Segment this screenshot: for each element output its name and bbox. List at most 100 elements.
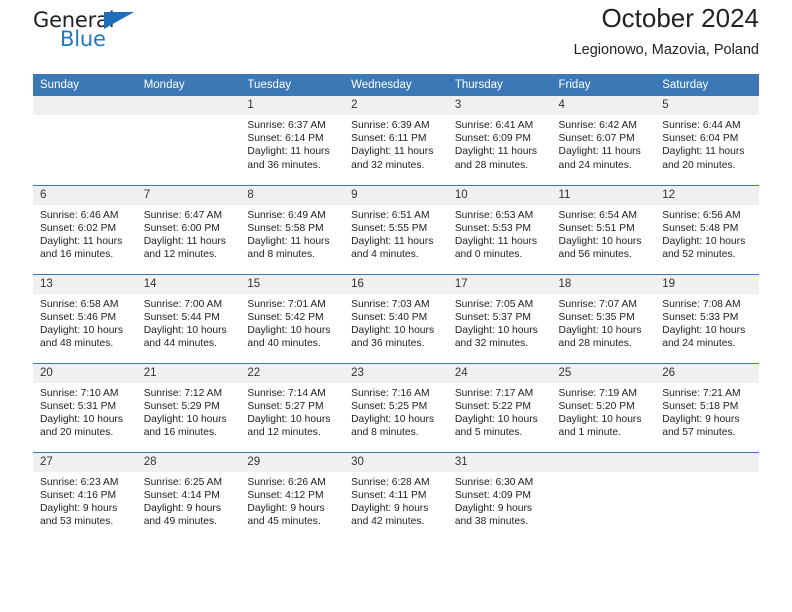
daylight-text-line1: Daylight: 10 hours — [143, 324, 227, 336]
day-cell[interactable]: 19 Sunrise: 7:08 AM Sunset: 5:33 PM Dayligh… — [655, 273, 759, 363]
day-cell[interactable]: 3 Sunrise: 6:41 AM Sunset: 6:09 PM Daylight… — [447, 96, 552, 185]
sunrise-text: Sunrise: 6:47 AM — [143, 209, 223, 221]
day-details: Sunrise: 6:23 AM Sunset: 4:16 PM Daylight:… — [33, 472, 137, 529]
weekday-header-wednesday: Wednesday — [344, 74, 448, 96]
day-cell[interactable]: 13 Sunrise: 6:58 AM Sunset: 5:46 PM Dayligh… — [33, 273, 137, 363]
sunrise-text: Sunrise: 7:07 AM — [558, 298, 637, 310]
day-cell[interactable]: 22 Sunrise: 7:14 AM Sunset: 5:27 PM Dayligh… — [240, 362, 345, 452]
day-cell[interactable]: 20 Sunrise: 7:10 AM Sunset: 5:31 PM Dayligh… — [33, 362, 137, 452]
day-cell[interactable]: 11 Sunrise: 6:54 AM Sunset: 5:51 PM Dayligh… — [551, 184, 656, 274]
daylight-text-line2: and 57 minutes. — [662, 427, 736, 439]
day-details: Sunrise: 7:19 AM Sunset: 5:20 PM Daylight:… — [552, 383, 656, 440]
daylight-text-line1: Daylight: 10 hours — [143, 413, 227, 425]
sunset-text: Sunset: 5:29 PM — [143, 400, 220, 412]
day-cell[interactable] — [551, 451, 656, 541]
sunset-text: Sunset: 4:11 PM — [351, 489, 427, 501]
daylight-text-line1: Daylight: 11 hours — [454, 146, 538, 158]
sunrise-text: Sunrise: 6:28 AM — [351, 476, 430, 488]
day-cell[interactable]: 4 Sunrise: 6:42 AM Sunset: 6:07 PM Daylight… — [551, 96, 656, 185]
day-cell[interactable]: 28 Sunrise: 6:25 AM Sunset: 4:14 PM Dayligh… — [136, 451, 241, 541]
day-number: 15 — [240, 274, 345, 294]
day-cell[interactable] — [655, 451, 759, 541]
day-cell[interactable]: 15 Sunrise: 7:01 AM Sunset: 5:42 PM Dayligh… — [240, 273, 345, 363]
day-details — [655, 472, 759, 476]
daylight-text-line1: Daylight: 11 hours — [558, 146, 641, 158]
day-cell[interactable]: 26 Sunrise: 7:21 AM Sunset: 5:18 PM Dayligh… — [655, 362, 759, 452]
daylight-text-line2: and 44 minutes. — [143, 338, 217, 350]
day-details: Sunrise: 6:37 AM Sunset: 6:14 PM Daylight:… — [240, 115, 344, 172]
day-cell[interactable]: 25 Sunrise: 7:19 AM Sunset: 5:20 PM Dayligh… — [551, 362, 656, 452]
day-details: Sunrise: 6:51 AM Sunset: 5:55 PM Daylight:… — [344, 205, 448, 262]
day-cell[interactable]: 10 Sunrise: 6:53 AM Sunset: 5:53 PM Dayligh… — [447, 184, 552, 274]
page-title: October 2024 — [601, 3, 759, 33]
daylight-text-line1: Daylight: 10 hours — [40, 324, 123, 336]
week-row: 13 Sunrise: 6:58 AM Sunset: 5:46 PM Dayligh… — [33, 273, 759, 363]
day-cell[interactable]: 7 Sunrise: 6:47 AM Sunset: 6:00 PM Daylight… — [136, 184, 241, 274]
sunset-text: Sunset: 5:42 PM — [247, 311, 324, 323]
day-details: Sunrise: 6:49 AM Sunset: 5:58 PM Daylight:… — [240, 205, 344, 262]
day-number: 25 — [551, 363, 656, 383]
day-details: Sunrise: 6:41 AM Sunset: 6:09 PM Daylight:… — [448, 115, 552, 172]
weekday-header-friday: Friday — [551, 74, 656, 96]
day-cell[interactable]: 2 Sunrise: 6:39 AM Sunset: 6:11 PM Daylight… — [344, 96, 448, 185]
day-cell[interactable]: 8 Sunrise: 6:49 AM Sunset: 5:58 PM Daylight… — [240, 184, 345, 274]
day-details: Sunrise: 6:28 AM Sunset: 4:11 PM Daylight:… — [344, 472, 448, 529]
week-row: 1 Sunrise: 6:37 AM Sunset: 6:14 PM Daylight… — [33, 96, 759, 185]
day-details: Sunrise: 6:47 AM Sunset: 6:00 PM Daylight:… — [137, 205, 241, 262]
day-details: Sunrise: 7:05 AM Sunset: 5:37 PM Daylight:… — [448, 294, 552, 351]
day-cell[interactable]: 18 Sunrise: 7:07 AM Sunset: 5:35 PM Dayligh… — [551, 273, 656, 363]
weekday-header-row: Sunday Monday Tuesday Wednesday Thursday… — [33, 74, 759, 96]
day-cell[interactable]: 31 Sunrise: 6:30 AM Sunset: 4:09 PM Dayligh… — [447, 451, 552, 541]
sunrise-text: Sunrise: 6:58 AM — [40, 298, 119, 310]
daylight-text-line1: Daylight: 9 hours — [143, 502, 221, 514]
day-cell[interactable]: 5 Sunrise: 6:44 AM Sunset: 6:04 PM Daylight… — [655, 96, 759, 185]
day-cell[interactable]: 29 Sunrise: 6:26 AM Sunset: 4:12 PM Dayligh… — [240, 451, 345, 541]
general-blue-logo[interactable]: General Blue — [33, 8, 153, 56]
week-row: 20 Sunrise: 7:10 AM Sunset: 5:31 PM Dayligh… — [33, 362, 759, 452]
day-cell[interactable]: 16 Sunrise: 7:03 AM Sunset: 5:40 PM Dayligh… — [344, 273, 448, 363]
day-cell[interactable]: 6 Sunrise: 6:46 AM Sunset: 6:02 PM Daylight… — [33, 184, 137, 274]
day-details: Sunrise: 7:12 AM Sunset: 5:29 PM Daylight:… — [137, 383, 241, 440]
day-cell[interactable]: 21 Sunrise: 7:12 AM Sunset: 5:29 PM Dayligh… — [136, 362, 241, 452]
daylight-text-line1: Daylight: 10 hours — [247, 413, 331, 425]
daylight-text-line2: and 53 minutes. — [40, 516, 114, 528]
day-number: 16 — [344, 274, 448, 294]
sunset-text: Sunset: 5:51 PM — [558, 222, 635, 234]
day-cell[interactable]: 30 Sunrise: 6:28 AM Sunset: 4:11 PM Dayligh… — [344, 451, 448, 541]
day-number — [551, 452, 656, 472]
day-number: 28 — [136, 452, 241, 472]
daylight-text-line1: Daylight: 10 hours — [558, 413, 642, 425]
daylight-text-line2: and 24 minutes. — [662, 338, 736, 350]
daylight-text-line1: Daylight: 11 hours — [351, 146, 434, 158]
day-cell[interactable]: 12 Sunrise: 6:56 AM Sunset: 5:48 PM Dayligh… — [655, 184, 759, 274]
daylight-text-line2: and 40 minutes. — [247, 338, 321, 350]
sunset-text: Sunset: 5:46 PM — [40, 311, 117, 323]
day-cell[interactable]: 9 Sunrise: 6:51 AM Sunset: 5:55 PM Daylight… — [344, 184, 448, 274]
sunrise-text: Sunrise: 6:41 AM — [454, 120, 534, 131]
day-number: 2 — [344, 96, 448, 115]
day-cell[interactable]: 17 Sunrise: 7:05 AM Sunset: 5:37 PM Dayligh… — [447, 273, 552, 363]
daylight-text-line2: and 48 minutes. — [40, 338, 114, 350]
day-details — [33, 115, 137, 119]
sunset-text: Sunset: 6:09 PM — [454, 133, 531, 145]
day-details: Sunrise: 6:26 AM Sunset: 4:12 PM Daylight:… — [240, 472, 344, 529]
day-cell[interactable] — [33, 96, 137, 185]
sunrise-text: Sunrise: 6:54 AM — [558, 209, 637, 221]
day-details: Sunrise: 6:54 AM Sunset: 5:51 PM Daylight:… — [552, 205, 656, 262]
day-cell[interactable]: 27 Sunrise: 6:23 AM Sunset: 4:16 PM Dayligh… — [33, 451, 137, 541]
day-number: 26 — [655, 363, 759, 383]
sunrise-text: Sunrise: 6:53 AM — [454, 209, 534, 221]
day-cell[interactable]: 14 Sunrise: 7:00 AM Sunset: 5:44 PM Dayligh… — [136, 273, 241, 363]
day-number: 12 — [655, 185, 759, 205]
day-details: Sunrise: 7:03 AM Sunset: 5:40 PM Daylight:… — [344, 294, 448, 351]
day-number: 29 — [240, 452, 345, 472]
day-cell[interactable]: 24 Sunrise: 7:17 AM Sunset: 5:22 PM Dayligh… — [447, 362, 552, 452]
sunrise-text: Sunrise: 7:00 AM — [143, 298, 223, 310]
daylight-text-line1: Daylight: 10 hours — [662, 235, 746, 247]
day-cell[interactable]: 23 Sunrise: 7:16 AM Sunset: 5:25 PM Dayligh… — [344, 362, 448, 452]
day-cell[interactable] — [136, 96, 241, 185]
sunset-text: Sunset: 5:37 PM — [454, 311, 531, 323]
day-cell[interactable]: 1 Sunrise: 6:37 AM Sunset: 6:14 PM Daylight… — [240, 96, 345, 185]
daylight-text-line2: and 12 minutes. — [247, 427, 321, 439]
daylight-text-line1: Daylight: 9 hours — [662, 413, 740, 425]
